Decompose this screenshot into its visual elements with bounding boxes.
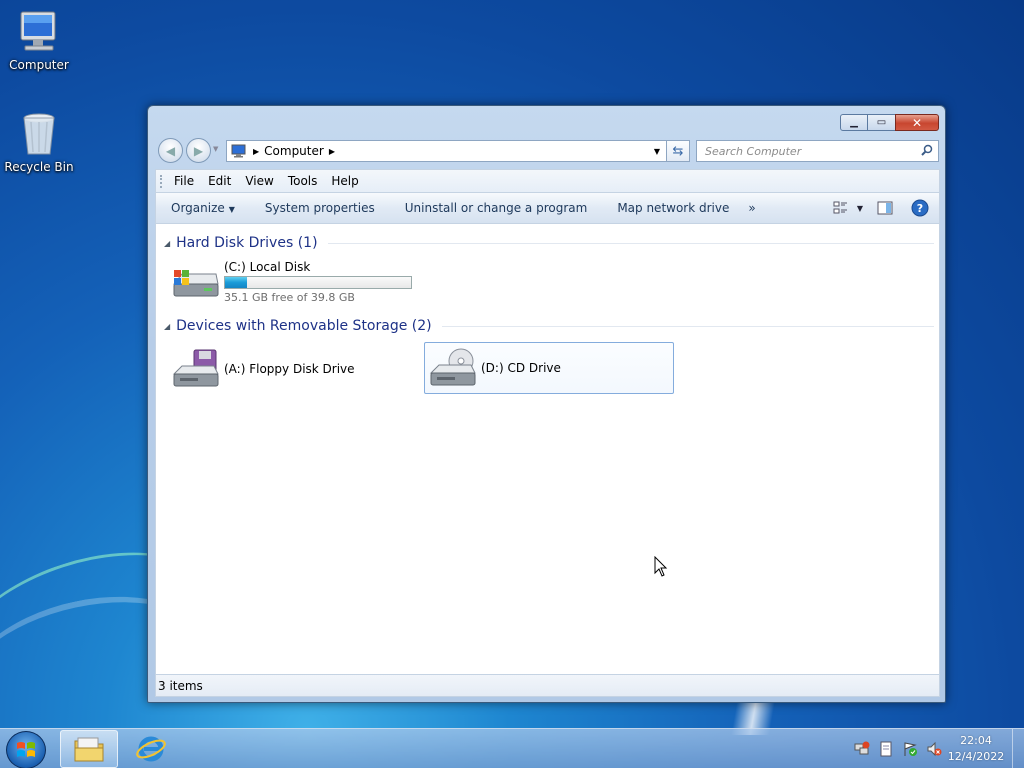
- back-button[interactable]: ◀: [158, 138, 183, 163]
- status-bar: 3 items: [155, 674, 940, 697]
- preview-pane-icon[interactable]: [877, 200, 893, 216]
- drive-name: (A:) Floppy Disk Drive: [224, 362, 355, 376]
- breadcrumb-computer[interactable]: Computer: [259, 144, 329, 158]
- windows-logo-icon: [17, 742, 35, 757]
- desktop-icon-label: Recycle Bin: [4, 160, 74, 174]
- taskbar-internet-explorer-button[interactable]: [122, 730, 180, 768]
- group-header-removable-storage[interactable]: ◢ Devices with Removable Storage (2): [164, 316, 934, 336]
- recent-pages-dropdown[interactable]: ▼: [213, 145, 218, 153]
- minimize-icon: ▁: [850, 117, 858, 128]
- drive-a-floppy[interactable]: (A:) Floppy Disk Drive: [170, 344, 420, 394]
- computer-icon: [231, 144, 247, 158]
- start-button[interactable]: [6, 731, 46, 768]
- disk-usage-bar: [224, 276, 412, 289]
- system-tray: 22:04 12/4/2022: [850, 729, 1024, 768]
- organize-label: Organize: [171, 201, 225, 215]
- close-button[interactable]: ✕: [895, 114, 939, 131]
- taskbar-explorer-button[interactable]: [60, 730, 118, 768]
- menu-help[interactable]: Help: [331, 174, 358, 188]
- menu-tools[interactable]: Tools: [288, 174, 318, 188]
- more-commands-button[interactable]: »: [744, 201, 759, 215]
- collapse-triangle-icon[interactable]: ◢: [164, 239, 170, 248]
- floppy-drive-icon: [170, 348, 220, 390]
- caption-buttons: ▁ ▭ ✕: [840, 114, 939, 131]
- map-network-drive-button[interactable]: Map network drive: [602, 201, 744, 215]
- computer-icon: [15, 8, 63, 56]
- action-center-flag-icon[interactable]: [902, 741, 918, 757]
- document-icon[interactable]: [878, 741, 894, 757]
- menu-view[interactable]: View: [245, 174, 273, 188]
- chevron-down-icon: ▼: [228, 205, 235, 214]
- internet-explorer-icon: [136, 736, 166, 762]
- address-dropdown[interactable]: ▼: [649, 141, 665, 161]
- network-error-icon[interactable]: [854, 741, 870, 757]
- volume-muted-icon[interactable]: [926, 741, 942, 757]
- group-title: Devices with Removable Storage (2): [176, 318, 432, 334]
- navigation-bar: ◀ ▶ ▼ ▶ Computer ▶ ▼ ⇆: [156, 137, 941, 163]
- view-options-dropdown[interactable]: ▼: [857, 204, 863, 213]
- content-pane: ◢ Hard Disk Drives (1) (C:) Local Disk 3…: [155, 224, 940, 674]
- cd-drive-icon: [427, 347, 477, 389]
- breadcrumb-separator-icon[interactable]: ▶: [329, 147, 335, 156]
- maximize-button[interactable]: ▭: [868, 114, 895, 131]
- recycle-bin-icon: [15, 110, 63, 158]
- maximize-icon: ▭: [876, 117, 887, 128]
- system-properties-button[interactable]: System properties: [250, 201, 390, 215]
- help-icon[interactable]: ?: [911, 199, 929, 217]
- desktop-icon-recycle-bin[interactable]: Recycle Bin: [0, 110, 78, 174]
- chevron-down-icon: ▼: [653, 146, 661, 156]
- svg-text:?: ?: [917, 202, 923, 215]
- command-bar: Organize ▼ System properties Uninstall or…: [155, 192, 940, 224]
- refresh-icon: ⇆: [672, 143, 684, 159]
- minimize-button[interactable]: ▁: [840, 114, 868, 131]
- item-count: 3 items: [158, 678, 203, 693]
- folder-icon: [74, 737, 104, 762]
- group-title: Hard Disk Drives (1): [176, 235, 318, 251]
- menu-edit[interactable]: Edit: [208, 174, 231, 188]
- taskbar: 22:04 12/4/2022: [0, 728, 1024, 768]
- uninstall-program-button[interactable]: Uninstall or change a program: [390, 201, 603, 215]
- group-divider: [327, 242, 934, 244]
- back-arrow-icon: ◀: [165, 143, 176, 158]
- search-box[interactable]: [696, 140, 939, 162]
- desktop-icon-label: Computer: [9, 58, 69, 72]
- explorer-window: ▁ ▭ ✕ ◀ ▶ ▼ ▶ Computer ▶ ▼ ⇆ File Edit: [147, 105, 946, 703]
- search-icon[interactable]: [921, 144, 933, 156]
- clock-time: 22:04: [960, 734, 992, 747]
- refresh-button[interactable]: ⇆: [666, 140, 690, 162]
- drive-name: (D:) CD Drive: [481, 361, 561, 375]
- forward-button[interactable]: ▶: [186, 138, 211, 163]
- organize-button[interactable]: Organize ▼: [156, 201, 250, 215]
- hard-drive-icon: [170, 262, 220, 302]
- search-input[interactable]: [705, 144, 915, 158]
- menu-grip: [160, 175, 162, 188]
- close-icon: ✕: [911, 115, 923, 130]
- change-view-icon[interactable]: [833, 200, 849, 216]
- mouse-cursor-icon: [654, 555, 668, 581]
- drive-c-local-disk[interactable]: (C:) Local Disk 35.1 GB free of 39.8 GB: [170, 260, 420, 304]
- forward-arrow-icon: ▶: [193, 143, 204, 158]
- drive-d-cd[interactable]: (D:) CD Drive: [424, 342, 674, 394]
- address-bar[interactable]: ▶ Computer ▶ ▼: [226, 140, 688, 162]
- desktop-icon-computer[interactable]: Computer: [0, 8, 78, 72]
- menu-bar: File Edit View Tools Help: [155, 169, 940, 192]
- menu-file[interactable]: File: [174, 174, 194, 188]
- group-header-hard-disk-drives[interactable]: ◢ Hard Disk Drives (1): [164, 233, 934, 253]
- drive-name: (C:) Local Disk: [224, 260, 311, 274]
- group-divider: [441, 325, 934, 327]
- clock-date: 12/4/2022: [947, 750, 1005, 763]
- clock[interactable]: 22:04 12/4/2022: [946, 733, 1006, 765]
- disk-usage-fill: [225, 277, 247, 288]
- show-desktop-button[interactable]: [1012, 729, 1024, 768]
- free-space-text: 35.1 GB free of 39.8 GB: [224, 291, 355, 304]
- collapse-triangle-icon[interactable]: ◢: [164, 322, 170, 331]
